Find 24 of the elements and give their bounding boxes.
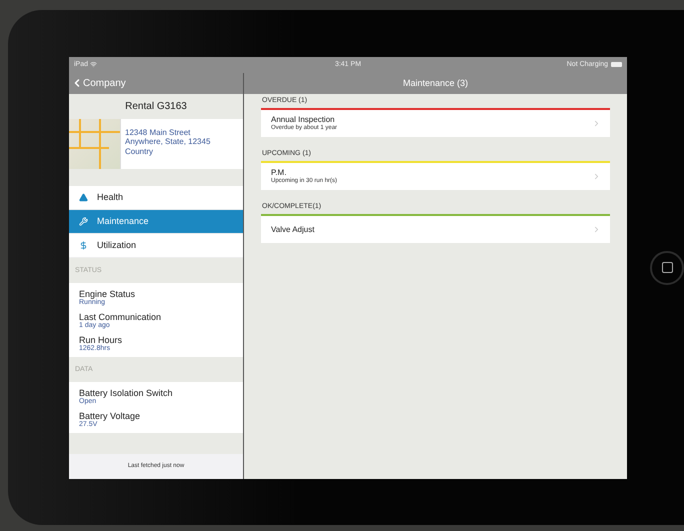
wifi-icon bbox=[90, 61, 98, 68]
chevron-icon bbox=[592, 118, 601, 128]
wrench-icon bbox=[79, 216, 88, 226]
chevron-icon bbox=[592, 172, 601, 180]
info-label: Last Communication bbox=[79, 312, 162, 322]
chevron-icon bbox=[592, 224, 601, 234]
maintenance-row[interactable]: Valve Adjust bbox=[261, 216, 610, 242]
info-label: Run Hours bbox=[79, 334, 124, 344]
row-title: Valve Adjust bbox=[271, 224, 314, 234]
map-placeholder bbox=[69, 118, 121, 168]
battery-icon bbox=[611, 62, 622, 67]
info-label: Battery Voltage bbox=[79, 410, 142, 420]
row-title: Annual Inspection bbox=[271, 115, 336, 124]
nav-title: Maintenance (3) bbox=[244, 72, 627, 94]
asset-title: Rental G3163 bbox=[124, 100, 188, 114]
warning-icon bbox=[79, 192, 88, 202]
home-button[interactable] bbox=[650, 250, 684, 284]
nav-item[interactable]: Health bbox=[69, 186, 243, 210]
nav-item[interactable]: Maintenance bbox=[69, 210, 243, 234]
info-label: Engine Status bbox=[79, 288, 136, 298]
row-title: P.M. bbox=[271, 168, 288, 177]
info-label: Battery Isolation Switch bbox=[79, 388, 174, 398]
dollar-icon bbox=[79, 240, 88, 250]
nav-item[interactable]: Utilization bbox=[69, 234, 243, 258]
